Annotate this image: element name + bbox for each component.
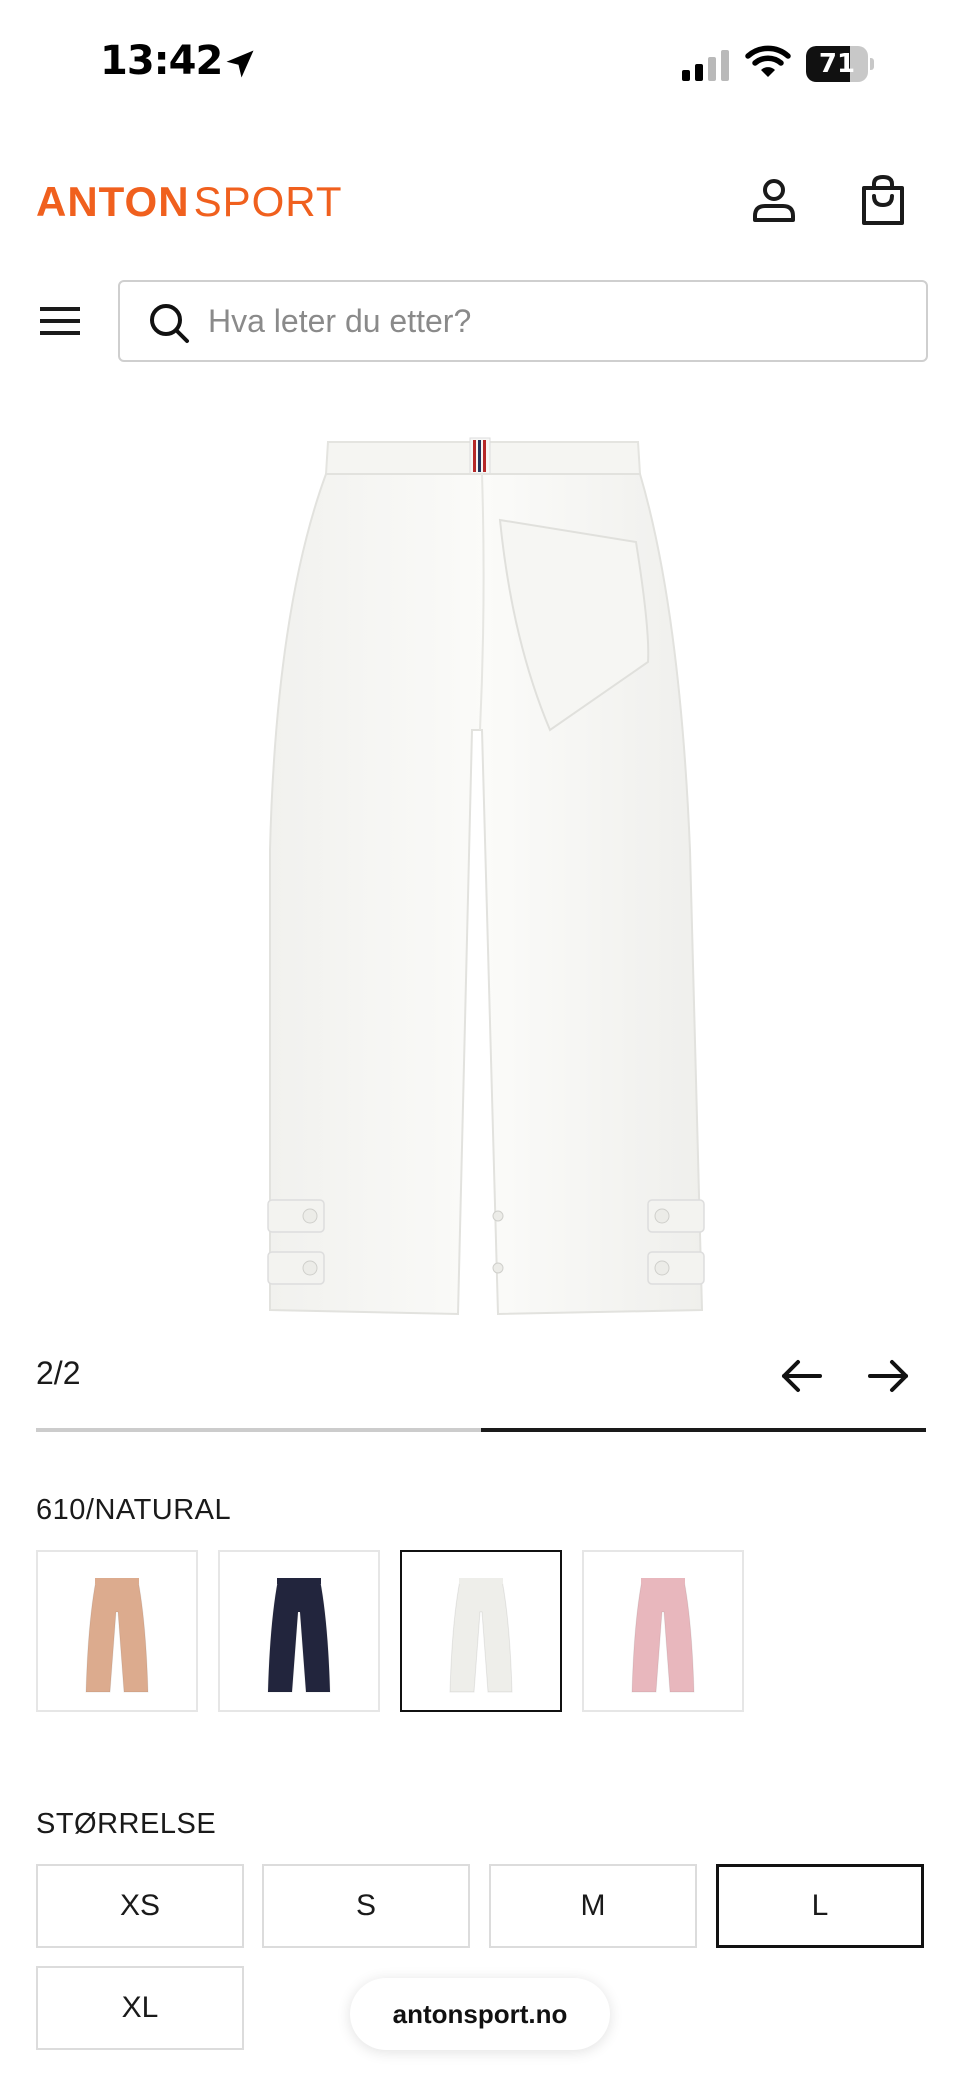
color-swatch[interactable] bbox=[582, 1550, 744, 1712]
size-option[interactable]: M bbox=[489, 1864, 697, 1948]
size-option[interactable]: XS bbox=[36, 1864, 244, 1948]
size-label: STØRRELSE bbox=[36, 1808, 217, 1840]
gallery-counter: 2/2 bbox=[36, 1355, 81, 1391]
color-swatch[interactable] bbox=[218, 1550, 380, 1712]
search-icon bbox=[150, 304, 189, 343]
anton-sport-logo[interactable]: ANTONSPORT bbox=[36, 178, 343, 230]
search-box[interactable] bbox=[118, 280, 928, 362]
location-arrow-icon bbox=[226, 50, 254, 78]
wifi-icon bbox=[745, 45, 791, 77]
gallery-progress-fill bbox=[481, 1428, 926, 1432]
swatch-pants-thumbnail bbox=[449, 1578, 513, 1693]
selected-color-label: 610/NATURAL bbox=[36, 1494, 232, 1526]
status-bar: 13:42 71 bbox=[0, 0, 960, 130]
product-image[interactable] bbox=[250, 430, 710, 1320]
battery-indicator: 71 bbox=[806, 46, 874, 82]
battery-level: 71 bbox=[818, 49, 856, 79]
user-icon[interactable] bbox=[752, 178, 796, 224]
size-option[interactable]: S bbox=[262, 1864, 470, 1948]
logo-brand: ANTON bbox=[36, 178, 190, 225]
search-input[interactable] bbox=[208, 282, 908, 360]
color-swatch[interactable] bbox=[36, 1550, 198, 1712]
swatch-pants-thumbnail bbox=[631, 1578, 695, 1693]
size-option[interactable]: L bbox=[716, 1864, 924, 1948]
hamburger-menu-icon[interactable] bbox=[40, 304, 80, 338]
swatch-pants-thumbnail bbox=[267, 1578, 331, 1693]
logo-sub: SPORT bbox=[193, 178, 343, 225]
size-option[interactable]: XL bbox=[36, 1966, 244, 2050]
shopping-bag-icon[interactable] bbox=[860, 174, 906, 226]
color-swatch[interactable] bbox=[400, 1550, 562, 1712]
gallery-progress-track bbox=[36, 1428, 926, 1432]
arrow-left-icon[interactable] bbox=[780, 1356, 824, 1396]
status-time: 13:42 bbox=[100, 38, 223, 84]
swatch-pants-thumbnail bbox=[85, 1578, 149, 1693]
arrow-right-icon[interactable] bbox=[866, 1356, 910, 1396]
url-bar[interactable]: antonsport.no bbox=[350, 1978, 610, 2050]
cellular-signal-icon bbox=[682, 50, 729, 81]
